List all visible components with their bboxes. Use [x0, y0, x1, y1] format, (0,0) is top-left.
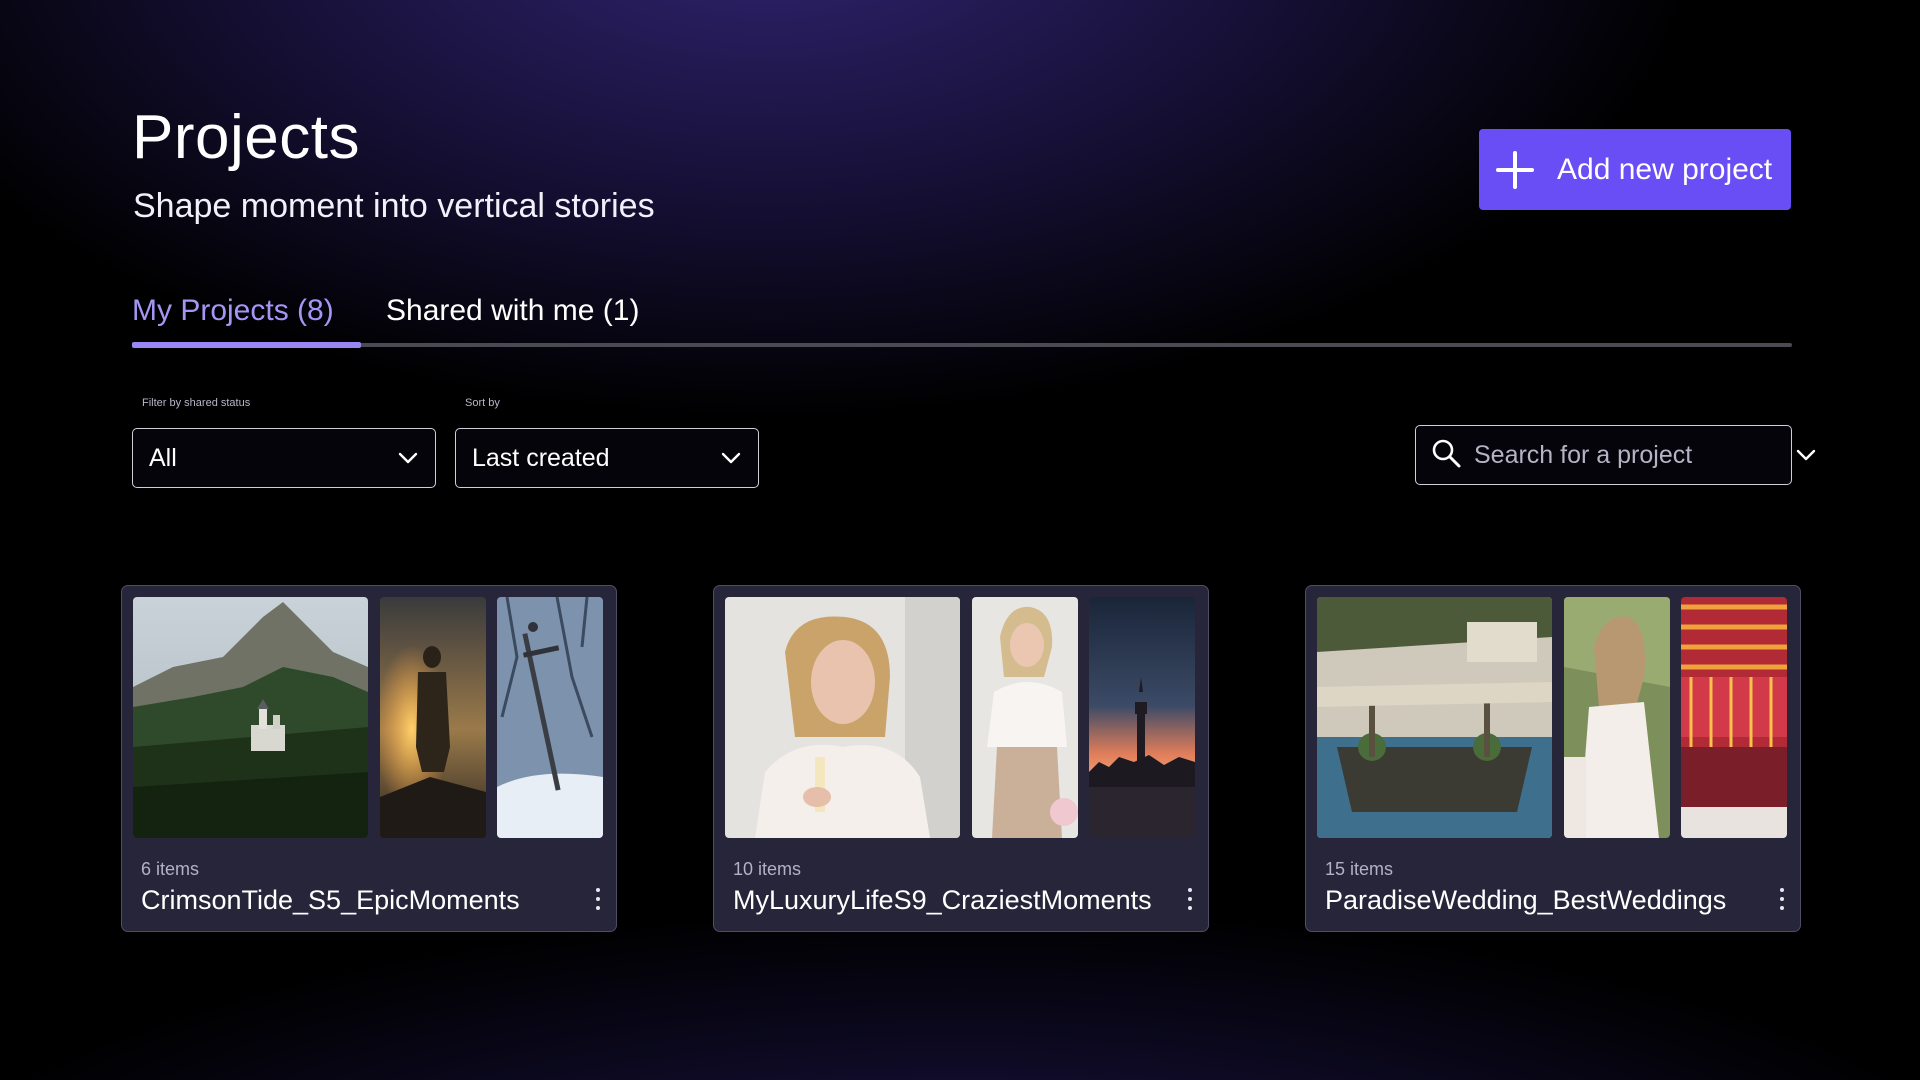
more-options-icon[interactable]: [1182, 886, 1198, 912]
plus-icon: [1493, 148, 1537, 192]
more-options-icon[interactable]: [1774, 886, 1790, 912]
project-search[interactable]: [1415, 425, 1816, 485]
shared-status-value: All: [149, 443, 177, 472]
thumbnail-mandap-decor: [1681, 597, 1787, 838]
tab-my-projects[interactable]: My Projects (8): [132, 294, 334, 328]
thumbnail-warrior-sunset: [380, 597, 486, 838]
project-name: MyLuxuryLifeS9_CraziestMoments: [733, 885, 1152, 915]
project-card-myluxurylife[interactable]: 10 items MyLuxuryLifeS9_CraziestMoments: [713, 585, 1209, 932]
thumbnail-bride: [1564, 597, 1670, 838]
project-item-count: 10 items: [733, 859, 802, 879]
project-tabs: My Projects (8) Shared with me (1): [132, 290, 1792, 350]
project-item-count: 6 items: [141, 859, 200, 879]
shared-status-select[interactable]: All: [132, 428, 436, 488]
thumbnail-city-skyline: [1089, 597, 1195, 838]
chevron-down-icon: [720, 447, 742, 469]
project-name: ParadiseWedding_BestWeddings: [1325, 885, 1727, 915]
chevron-down-icon: [397, 447, 419, 469]
sort-by-select[interactable]: Last created: [455, 428, 759, 488]
chevron-down-icon[interactable]: [1796, 444, 1816, 466]
search-input[interactable]: [1474, 440, 1796, 470]
add-new-project-button[interactable]: Add new project: [1479, 129, 1791, 210]
thumbnail-sword-snow: [497, 597, 603, 838]
corner-shade: [1888, 0, 1920, 380]
more-options-icon[interactable]: [590, 886, 606, 912]
tab-track: [132, 343, 1792, 347]
project-item-count: 15 items: [1325, 859, 1394, 879]
thumbnail-woman-champagne: [725, 597, 960, 838]
tab-shared-with-me[interactable]: Shared with me (1): [386, 294, 639, 328]
search-icon: [1430, 437, 1462, 474]
page-subtitle: Shape moment into vertical stories: [133, 187, 655, 225]
sort-by-value: Last created: [472, 443, 610, 472]
thumbnail-wedding-pool: [1317, 597, 1552, 838]
page-title: Projects: [132, 103, 360, 172]
sort-by-label: Sort by: [465, 397, 500, 409]
add-new-project-label: Add new project: [1557, 152, 1773, 186]
thumbnail-woman-standing: [972, 597, 1078, 838]
project-name: CrimsonTide_S5_EpicMoments: [141, 885, 520, 915]
shared-status-filter-label: Filter by shared status: [142, 397, 251, 409]
project-card-paradisewedding[interactable]: 15 items ParadiseWedding_BestWeddings: [1305, 585, 1801, 932]
tab-active-indicator: [132, 342, 361, 348]
thumbnail-castle-mountain: [133, 597, 368, 838]
project-card-crimsontide[interactable]: 6 items CrimsonTide_S5_EpicMoments: [121, 585, 617, 932]
